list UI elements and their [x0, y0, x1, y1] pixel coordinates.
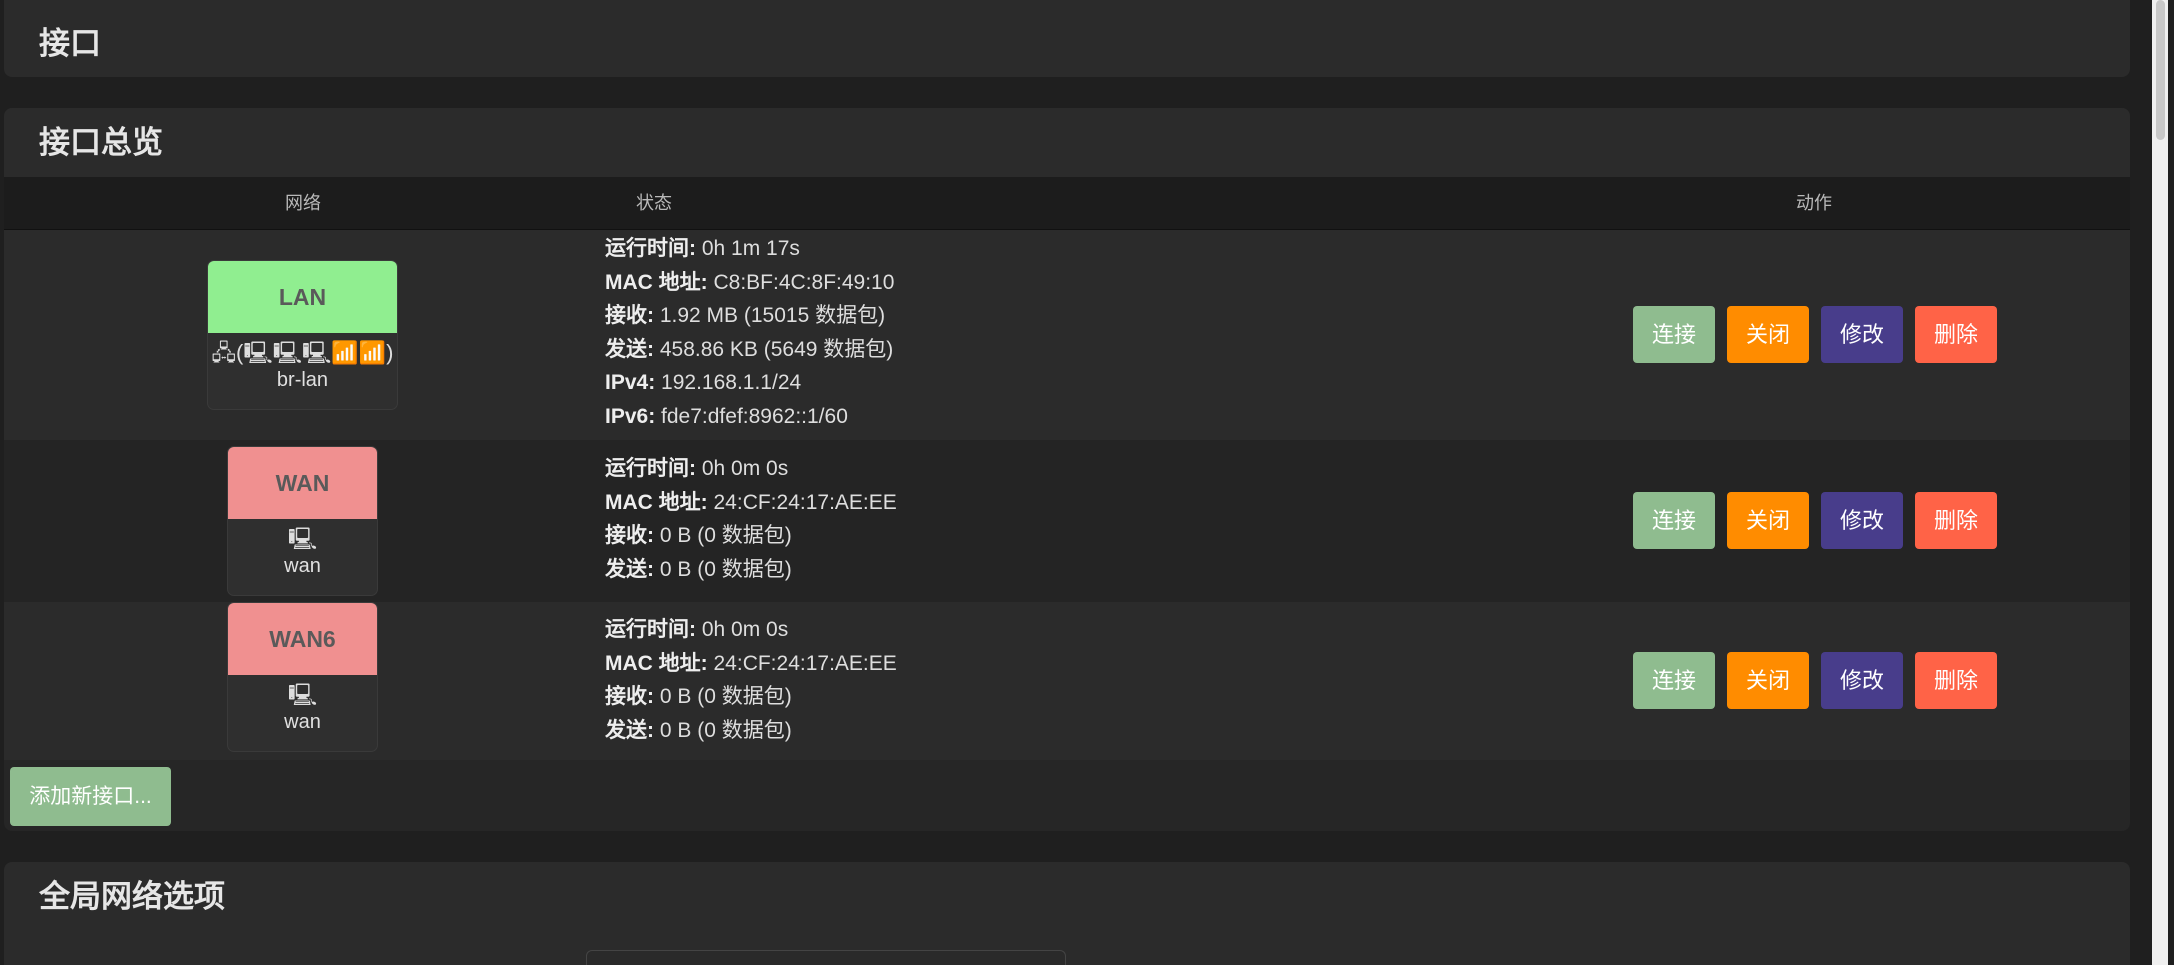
tx-value: 458.86 KB (5649 数据包) — [659, 337, 894, 361]
mac-value: C8:BF:4C:8F:49:10 — [713, 270, 895, 294]
interface-badge-wan[interactable]: WAN 🖳 wan — [227, 446, 378, 596]
stop-button-wan[interactable]: 关闭 — [1727, 492, 1809, 549]
mac-label: MAC 地址: — [605, 490, 708, 514]
table-row-wan6: WAN6 🖳 wan 运行时间: 0h 0m 0s MAC 地址: 24:CF:… — [4, 602, 2130, 760]
scrollbar-thumb[interactable] — [2156, 0, 2165, 140]
interface-name-wan: WAN — [228, 447, 377, 519]
rx-label: 接收: — [605, 524, 654, 547]
interfaces-header-panel: 接口 — [4, 0, 2130, 77]
tx-value: 0 B (0 数据包) — [659, 557, 792, 581]
connect-button-lan[interactable]: 连接 — [1633, 306, 1715, 363]
status-lan: 运行时间: 0h 1m 17s MAC 地址: C8:BF:4C:8F:49:1… — [605, 232, 894, 433]
rx-value: 0 B (0 数据包) — [659, 524, 792, 547]
delete-button-wan[interactable]: 删除 — [1915, 492, 1997, 549]
delete-button-lan[interactable]: 删除 — [1915, 306, 1997, 363]
tx-value: 0 B (0 数据包) — [659, 718, 792, 742]
page-title: 接口 — [39, 26, 101, 61]
network-device-icon: 🖳 — [287, 526, 318, 551]
page: 接口 接口总览 网络 状态 动作 LAN 🖧(🖳🖳🖳📶📶) br-lan 运行时… — [0, 0, 2174, 965]
ipv4-label: IPv4: — [605, 371, 656, 394]
uptime-value: 0h 0m 0s — [701, 457, 789, 480]
status-wan: 运行时间: 0h 0m 0s MAC 地址: 24:CF:24:17:AE:EE… — [605, 452, 897, 586]
mac-label: MAC 地址: — [605, 651, 708, 675]
stop-button-lan[interactable]: 关闭 — [1727, 306, 1809, 363]
global-options-title: 全局网络选项 — [39, 879, 225, 914]
table-header: 网络 状态 动作 — [4, 177, 2130, 230]
rx-label: 接收: — [605, 304, 654, 327]
global-options-panel: 全局网络选项 — [4, 862, 2130, 965]
uptime-label: 运行时间: — [605, 618, 696, 641]
edit-button-lan[interactable]: 修改 — [1821, 306, 1903, 363]
interface-device-wan6: wan — [284, 711, 321, 733]
connect-button-wan[interactable]: 连接 — [1633, 492, 1715, 549]
overview-title: 接口总览 — [4, 108, 2130, 177]
header-network: 网络 — [285, 193, 321, 213]
interfaces-overview-panel: 接口总览 网络 状态 动作 LAN 🖧(🖳🖳🖳📶📶) br-lan 运行时间: … — [4, 108, 2130, 831]
stop-button-wan6[interactable]: 关闭 — [1727, 652, 1809, 709]
uptime-label: 运行时间: — [605, 457, 696, 480]
interface-device-wan: wan — [284, 555, 321, 577]
network-device-icon: 🖳 — [287, 682, 318, 707]
connect-button-wan6[interactable]: 连接 — [1633, 652, 1715, 709]
ula-prefix-input[interactable] — [586, 950, 1066, 965]
rx-label: 接收: — [605, 685, 654, 708]
tx-label: 发送: — [605, 557, 654, 581]
header-status: 状态 — [636, 193, 672, 213]
ipv6-label: IPv6: — [605, 404, 656, 428]
ipv6-value: fde7:dfef:8962::1/60 — [661, 404, 848, 428]
uptime-value: 0h 1m 17s — [701, 237, 800, 260]
page-scrollbar[interactable] — [2152, 0, 2168, 965]
interface-name-wan6: WAN6 — [228, 603, 377, 675]
edit-button-wan6[interactable]: 修改 — [1821, 652, 1903, 709]
add-interface-button[interactable]: 添加新接口... — [10, 767, 171, 826]
uptime-value: 0h 0m 0s — [701, 618, 789, 641]
uptime-label: 运行时间: — [605, 237, 696, 260]
edit-button-wan[interactable]: 修改 — [1821, 492, 1903, 549]
mac-label: MAC 地址: — [605, 270, 708, 294]
interface-badge-lan[interactable]: LAN 🖧(🖳🖳🖳📶📶) br-lan — [207, 260, 398, 410]
ipv4-value: 192.168.1.1/24 — [661, 371, 802, 394]
table-row-wan: WAN 🖳 wan 运行时间: 0h 0m 0s MAC 地址: 24:CF:2… — [4, 440, 2130, 602]
network-device-icons: 🖧(🖳🖳🖳📶📶) — [211, 340, 394, 365]
tx-label: 发送: — [605, 718, 654, 742]
tx-label: 发送: — [605, 337, 654, 361]
rx-value: 0 B (0 数据包) — [659, 685, 792, 708]
interface-name-lan: LAN — [208, 261, 397, 333]
interface-badge-wan6[interactable]: WAN6 🖳 wan — [227, 602, 378, 752]
delete-button-wan6[interactable]: 删除 — [1915, 652, 1997, 709]
table-row-lan: LAN 🖧(🖳🖳🖳📶📶) br-lan 运行时间: 0h 1m 17s MAC … — [4, 230, 2130, 440]
mac-value: 24:CF:24:17:AE:EE — [713, 490, 897, 514]
interface-device-lan: br-lan — [276, 369, 329, 391]
status-wan6: 运行时间: 0h 0m 0s MAC 地址: 24:CF:24:17:AE:EE… — [605, 613, 897, 747]
header-actions: 动作 — [1796, 193, 1832, 213]
rx-value: 1.92 MB (15015 数据包) — [659, 304, 886, 327]
mac-value: 24:CF:24:17:AE:EE — [713, 651, 897, 675]
